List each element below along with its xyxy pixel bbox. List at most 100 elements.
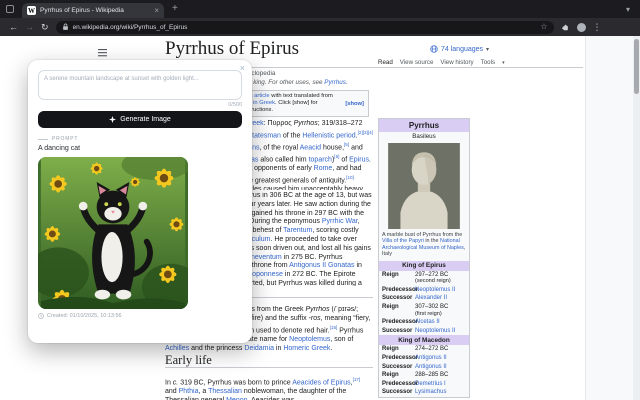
- infobox-row-label: Reign: [382, 304, 399, 310]
- browser-tab[interactable]: W Pyrrhus of Epirus - Wikipedia ×: [22, 3, 164, 18]
- tab-close-icon[interactable]: ×: [154, 6, 159, 15]
- infobox: Pyrrhus Basileus A marble bust of Pyrrhu…: [378, 118, 470, 398]
- browser-window: W Pyrrhus of Epirus - Wikipedia × + ▾ ← …: [0, 0, 640, 400]
- extensions-puzzle-icon[interactable]: [561, 23, 570, 32]
- globe-icon: [430, 45, 438, 53]
- link[interactable]: Antigonus II: [415, 364, 447, 370]
- link[interactable]: Phthia: [179, 388, 199, 395]
- link[interactable]: Lysimachus: [415, 389, 446, 395]
- reload-icon[interactable]: ↻: [41, 22, 49, 32]
- clock-icon: [38, 313, 44, 319]
- tab-search-chevron-icon[interactable]: ▾: [626, 5, 630, 14]
- generated-image: [38, 157, 188, 309]
- content-edge: [585, 36, 633, 400]
- infobox-row-value: 288–285 BC: [415, 372, 449, 379]
- browser-menu-icon[interactable]: ⋮: [593, 22, 602, 32]
- article-title: Pyrrhus of Epirus: [165, 38, 300, 59]
- link[interactable]: Neoptolemus II: [415, 328, 455, 334]
- languages-button[interactable]: 74 languages ▾: [430, 45, 489, 53]
- link[interactable]: Antigonus II: [415, 355, 447, 361]
- page-scrollbar: [633, 36, 640, 400]
- link[interactable]: Rome: [314, 165, 333, 172]
- browser-tab-bar: W Pyrrhus of Epirus - Wikipedia × + ▾: [0, 0, 640, 18]
- image-generator-panel: × 0/500 Generate Image PROMPT A dancing …: [28, 60, 252, 343]
- infobox-title: Pyrrhus: [379, 119, 469, 132]
- infobox-row-value: Alcetas II: [415, 319, 466, 326]
- infobox-row-label: Predecessor: [382, 319, 419, 326]
- generate-image-label: Generate Image: [120, 116, 171, 123]
- link[interactable]: toparch: [309, 156, 332, 163]
- infobox-row: Reign 288–285 BC: [379, 371, 469, 380]
- back-icon[interactable]: ←: [9, 22, 18, 32]
- infobox-row-value: Lysimachus: [415, 389, 466, 396]
- tab-tools[interactable]: Tools: [481, 59, 495, 66]
- link[interactable]: Thessalian: [208, 388, 242, 395]
- infobox-row-label: Predecessor: [382, 354, 419, 361]
- link[interactable]: Villa of the Papyri: [382, 238, 424, 244]
- tab-read[interactable]: Read: [378, 59, 393, 66]
- bookmark-star-icon[interactable]: ☆: [540, 23, 547, 31]
- infobox-band-epirus: King of Epirus: [379, 260, 469, 271]
- languages-label: 74 languages: [441, 45, 484, 53]
- infobox-subtitle: Basileus: [412, 133, 436, 140]
- infobox-row: Reign 297–272 BC (second reign): [379, 271, 469, 286]
- link[interactable]: Pyrrhus: [324, 79, 346, 86]
- infobox-row-value: Neoptolemus II: [415, 328, 466, 335]
- link[interactable]: Deidamia: [244, 345, 274, 352]
- link[interactable]: Neoptolemus II: [415, 287, 455, 293]
- character-counter: 0/500: [228, 102, 242, 108]
- infobox-row-value: Antigonus II: [415, 364, 466, 371]
- link[interactable]: Epirus: [349, 156, 369, 163]
- tab-view-history[interactable]: View history: [440, 59, 473, 66]
- link[interactable]: statesman: [249, 132, 281, 139]
- infobox-row-label: Reign: [382, 271, 399, 278]
- infobox-row: Successor Alexander II: [379, 294, 469, 303]
- prompt-section-label: PROMPT: [38, 136, 242, 142]
- prompt-label-text: PROMPT: [52, 136, 79, 142]
- infobox-row-label: Successor: [382, 389, 413, 396]
- infobox-row: Predecessor Demetrius I: [379, 380, 469, 389]
- link[interactable]: Demetrius I: [415, 381, 446, 387]
- link[interactable]: Alcetas II: [415, 319, 440, 325]
- infobox-row-label: Successor: [382, 295, 413, 302]
- link[interactable]: Antigonus II Gonatas: [289, 262, 354, 269]
- infobox-row-value: Antigonus II: [415, 355, 466, 362]
- link[interactable]: Hellenistic period: [302, 132, 355, 139]
- sparkle-icon: [109, 116, 117, 123]
- bust-image[interactable]: [379, 142, 469, 230]
- forward-icon[interactable]: →: [25, 22, 34, 32]
- show-link[interactable]: [show]: [345, 101, 364, 107]
- created-timestamp-text: Created: 01/10/2025, 10:13:56: [47, 313, 122, 319]
- scrollbar-thumb[interactable]: [634, 39, 639, 94]
- browser-toolbar: ← → ↻ en.wikipedia.org/wiki/Pyrrhus_of_E…: [0, 18, 640, 36]
- url-text: en.wikipedia.org/wiki/Pyrrhus_of_Epirus: [72, 23, 188, 31]
- infobox-row: Successor Neoptolemus II: [379, 327, 469, 336]
- url-bar[interactable]: en.wikipedia.org/wiki/Pyrrhus_of_Epirus …: [55, 20, 554, 34]
- chevron-down-icon: ▾: [486, 46, 490, 53]
- link[interactable]: Homeric Greek: [283, 345, 330, 352]
- infobox-row-value: Alexander II: [415, 295, 466, 302]
- wikipedia-favicon: W: [27, 6, 36, 15]
- dancing-cat-illustration: [38, 157, 188, 309]
- close-icon[interactable]: ×: [240, 64, 245, 73]
- generate-image-button[interactable]: Generate Image: [38, 111, 242, 128]
- infobox-row-value: Neoptolemus II: [415, 287, 466, 294]
- infobox-row-label: Reign: [382, 372, 399, 379]
- link[interactable]: Tarentum: [283, 227, 312, 234]
- created-timestamp: Created: 01/10/2025, 10:13:56: [38, 313, 242, 319]
- tab-view-source[interactable]: View source: [400, 59, 434, 66]
- infobox-band-macedon: King of Macedon: [379, 335, 469, 346]
- infobox-row-value: Demetrius I: [415, 381, 466, 388]
- link[interactable]: Aeacides of Epirus: [292, 379, 350, 386]
- prompt-text: A dancing cat: [38, 145, 81, 152]
- link[interactable]: Achilles: [165, 345, 189, 352]
- link[interactable]: Alexander II: [415, 295, 447, 301]
- chevron-down-icon: ▾: [502, 59, 505, 66]
- profile-avatar[interactable]: [576, 22, 586, 32]
- link[interactable]: Neoptolemus: [289, 336, 330, 343]
- new-tab-button[interactable]: +: [172, 4, 178, 14]
- prompt-input[interactable]: [38, 70, 242, 100]
- infobox-row: Predecessor Neoptolemus II: [379, 286, 469, 295]
- link[interactable]: Pyrrhic War: [322, 218, 358, 225]
- link[interactable]: Aeacid: [300, 144, 321, 151]
